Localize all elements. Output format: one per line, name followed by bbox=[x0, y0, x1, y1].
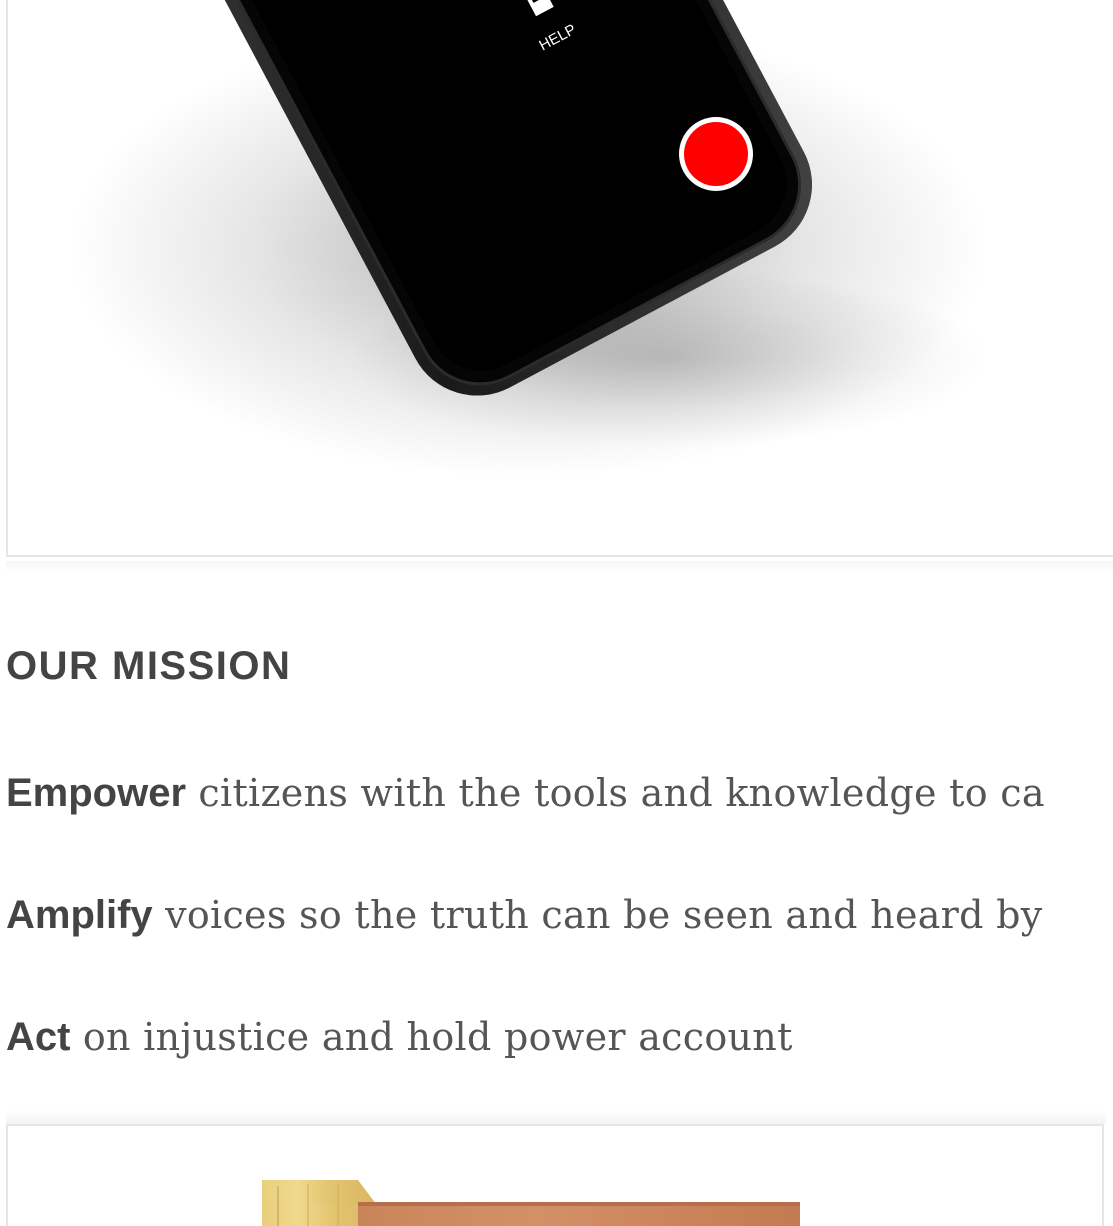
record-button-icon bbox=[679, 117, 753, 191]
mission-item-act: Act on injustice and hold power account bbox=[6, 1008, 793, 1065]
card-divider bbox=[6, 561, 1113, 571]
mission-item-amplify: Amplify voices so the truth can be seen … bbox=[6, 886, 1043, 943]
card-divider bbox=[6, 1110, 1106, 1124]
mission-keyword: Act bbox=[6, 1015, 71, 1059]
secondary-image-card bbox=[6, 1124, 1104, 1226]
mission-text: on injustice and hold power account bbox=[70, 1015, 793, 1059]
mission-item-empower: Empower citizens with the tools and know… bbox=[6, 764, 1045, 821]
mission-text: citizens with the tools and knowledge to… bbox=[186, 771, 1045, 815]
phone-recording-illustration: HELP bbox=[68, 0, 988, 478]
mission-heading: OUR MISSION bbox=[6, 644, 292, 688]
mission-keyword: Amplify bbox=[6, 893, 153, 937]
hero-image-card: HELP bbox=[6, 0, 1113, 557]
wood-object-illustration bbox=[262, 1180, 800, 1226]
mission-keyword: Empower bbox=[6, 771, 187, 815]
mission-text: voices so the truth can be seen and hear… bbox=[152, 893, 1043, 937]
